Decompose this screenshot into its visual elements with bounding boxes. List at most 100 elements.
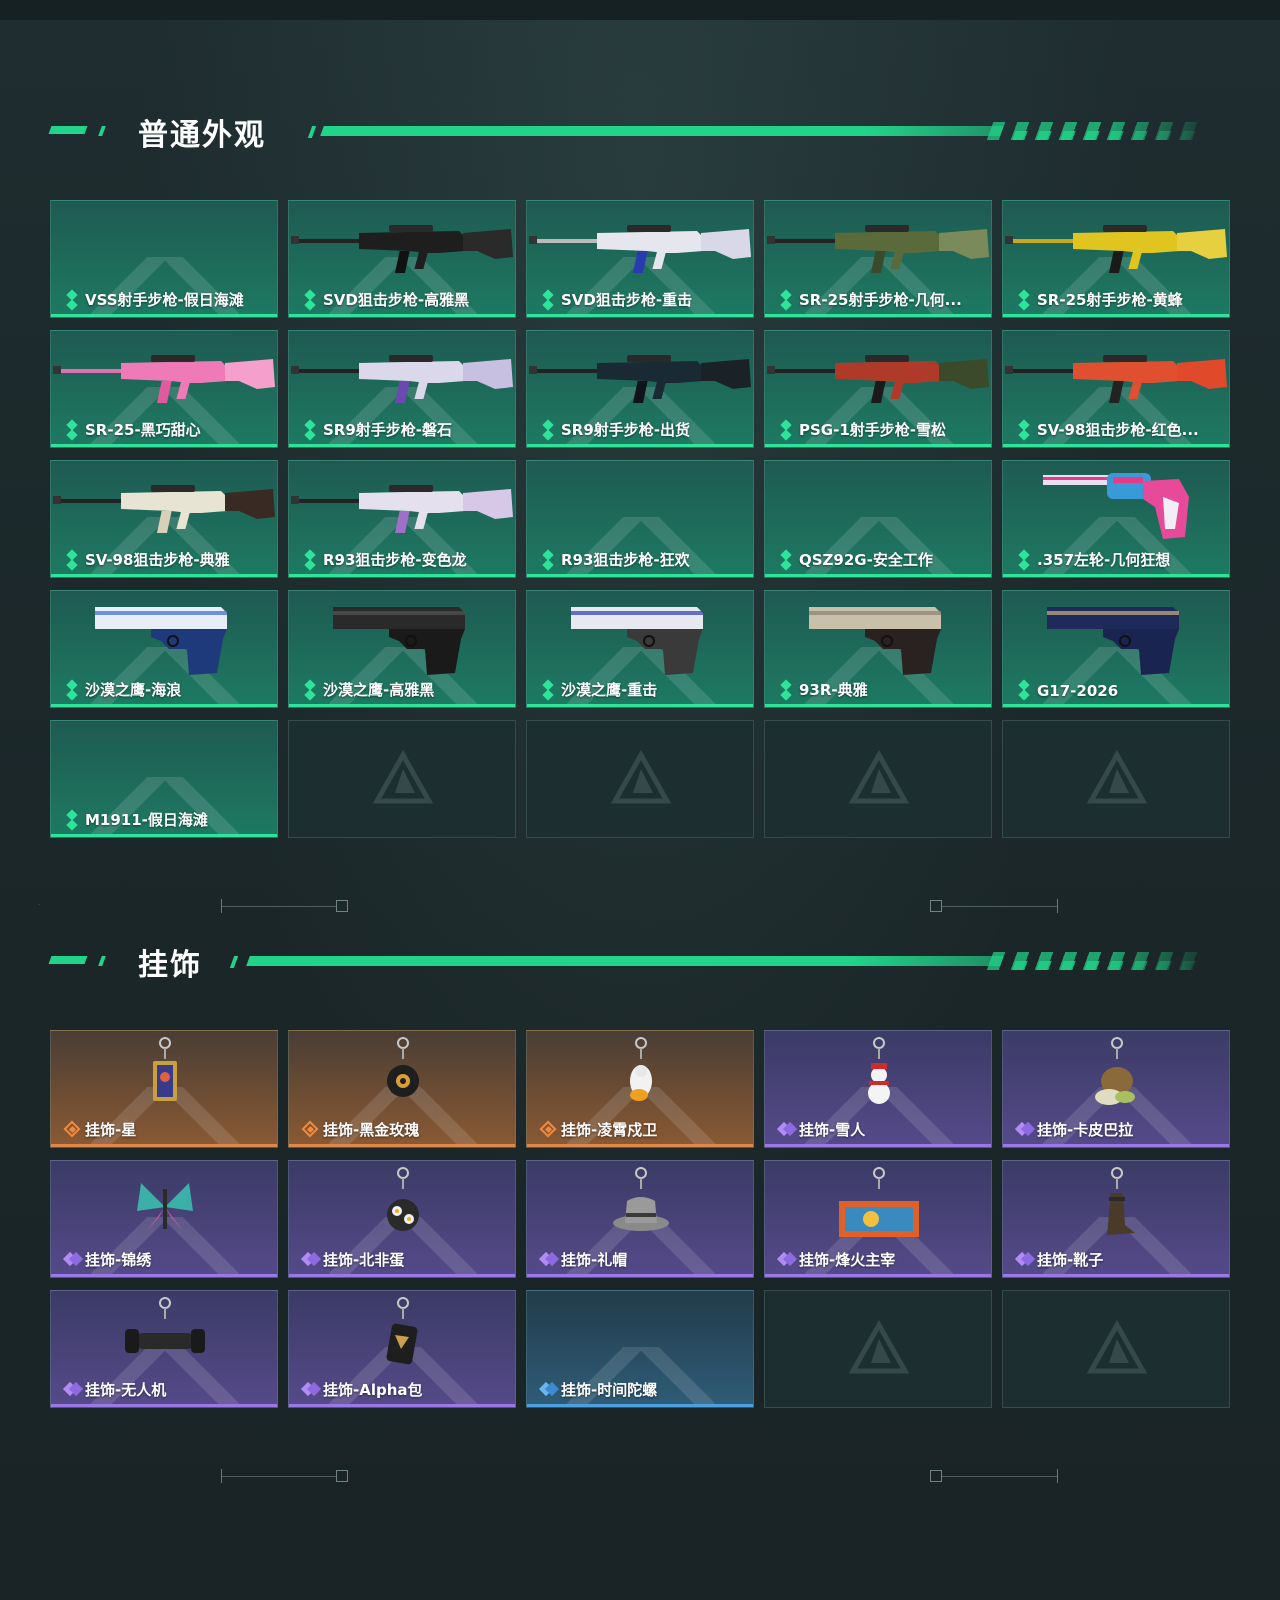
skins-item-card[interactable]: 93R-典雅: [764, 590, 992, 708]
top-strip: [0, 0, 1280, 20]
charms-item-card[interactable]: 挂饰-时间陀螺: [526, 1290, 754, 1408]
item-name: SV-98狙击步枪-典雅: [85, 551, 230, 569]
charm-card-icon: [153, 1037, 177, 1101]
charms-item-card[interactable]: 挂饰-卡皮巴拉: [1002, 1030, 1230, 1148]
charms-item-card[interactable]: 挂饰-北非蛋: [288, 1160, 516, 1278]
skins-item-card[interactable]: SVD狙击步枪-重击: [526, 200, 754, 318]
rarity-diamond-icon: [779, 1121, 793, 1139]
charms-item-card[interactable]: 挂饰-烽火主宰: [764, 1160, 992, 1278]
charms-section-title: 挂饰: [138, 948, 202, 983]
rarity-diamond-icon: [541, 1121, 555, 1139]
rarity-diamond-icon: [303, 551, 317, 569]
header-accent-tick: [98, 956, 106, 966]
header-accent-mark: [229, 956, 239, 968]
item-name: 挂饰-卡皮巴拉: [1037, 1121, 1134, 1139]
skins-item-card[interactable]: SR9射手步枪-出货: [526, 330, 754, 448]
skins-item-card[interactable]: VSS射手步枪-假日海滩: [50, 200, 278, 318]
rarity-diamond-icon: [65, 1121, 79, 1139]
charms-item-card[interactable]: 挂饰-锦绣: [50, 1160, 278, 1278]
item-name: 93R-典雅: [799, 681, 868, 699]
rarity-diamond-icon: [303, 1121, 317, 1139]
charm-butterfly-icon: [137, 1183, 193, 1231]
skins-item-card[interactable]: PSG-1射手步枪-雪松: [764, 330, 992, 448]
rarity-diamond-icon: [65, 421, 79, 439]
rarity-diamond-icon: [65, 291, 79, 309]
item-name: 挂饰-靴子: [1037, 1251, 1104, 1269]
item-name: 挂饰-黑金玫瑰: [323, 1121, 420, 1139]
header-accent-mark: [307, 126, 317, 138]
skins-section-title: 普通外观: [138, 118, 266, 153]
pistol-tan-icon: [809, 607, 941, 675]
item-name: SR-25-黑巧甜心: [85, 421, 201, 439]
item-name: SR-25射手步枪-黄蜂: [1037, 291, 1183, 309]
charms-item-card[interactable]: 挂饰-黑金玫瑰: [288, 1030, 516, 1148]
skins-item-card[interactable]: SVD狙击步枪-高雅黑: [288, 200, 516, 318]
charms-grid: 挂饰-星 挂饰-黑金玫瑰 挂饰-凌霄戍卫 挂饰-雪人 挂饰-卡皮巴拉 挂饰-锦绣 …: [50, 1030, 1230, 1408]
rifle-red-green-icon: [767, 355, 989, 403]
empty-slot-logo-icon: [373, 749, 433, 804]
header-accent-bar: [320, 126, 1004, 136]
empty-slot: [1002, 720, 1230, 838]
rarity-diamond-icon: [541, 421, 555, 439]
empty-slot: [526, 720, 754, 838]
rifle-black-icon: [291, 225, 513, 273]
item-name: SVD狙击步枪-重击: [561, 291, 693, 309]
skins-item-card[interactable]: 沙漠之鹰-海浪: [50, 590, 278, 708]
skins-item-card[interactable]: R93狙击步枪-变色龙: [288, 460, 516, 578]
skins-item-card[interactable]: SV-98狙击步枪-红色...: [1002, 330, 1230, 448]
skins-item-card[interactable]: SR-25射手步枪-几何...: [764, 200, 992, 318]
empty-slot: [764, 720, 992, 838]
section-divider: ·: [0, 897, 1280, 917]
skins-item-card[interactable]: R93狙击步枪-狂欢: [526, 460, 754, 578]
charm-snowman-icon: [868, 1037, 890, 1104]
skins-item-card[interactable]: .357左轮-几何狂想: [1002, 460, 1230, 578]
item-name: M1911-假日海滩: [85, 811, 208, 829]
item-name: .357左轮-几何狂想: [1037, 551, 1171, 569]
rifle-camo-icon: [767, 225, 989, 273]
charms-item-card[interactable]: 挂饰-礼帽: [526, 1160, 754, 1278]
skins-item-card[interactable]: SV-98狙击步枪-典雅: [50, 460, 278, 578]
item-name: SV-98狙击步枪-红色...: [1037, 421, 1199, 439]
skins-item-card[interactable]: G17-2026: [1002, 590, 1230, 708]
item-name: R93狙击步枪-变色龙: [323, 551, 467, 569]
charms-item-card[interactable]: 挂饰-无人机: [50, 1290, 278, 1408]
rarity-diamond-icon: [541, 551, 555, 569]
empty-slot-logo-icon: [611, 749, 671, 804]
skins-item-card[interactable]: 沙漠之鹰-重击: [526, 590, 754, 708]
header-accent-dash: [48, 956, 88, 964]
item-name: 挂饰-时间陀螺: [561, 1381, 658, 1399]
rarity-diamond-icon: [65, 1381, 79, 1399]
header-accent-bar: [246, 956, 1004, 966]
item-name: 挂饰-Alpha包: [323, 1381, 423, 1399]
charms-item-card[interactable]: 挂饰-星: [50, 1030, 278, 1148]
charms-item-card[interactable]: 挂饰-凌霄戍卫: [526, 1030, 754, 1148]
rarity-diamond-icon: [1017, 421, 1031, 439]
item-name: 挂饰-星: [85, 1121, 137, 1139]
skins-item-card[interactable]: SR-25射手步枪-黄蜂: [1002, 200, 1230, 318]
empty-slot-logo-icon: [1087, 749, 1147, 804]
charms-section-header: 挂饰: [0, 940, 1280, 983]
skins-item-card[interactable]: SR9射手步枪-磐石: [288, 330, 516, 448]
rarity-diamond-icon: [303, 421, 317, 439]
empty-slot: [288, 720, 516, 838]
rarity-diamond-icon: [541, 1251, 555, 1269]
empty-slot-logo-icon: [1087, 1319, 1147, 1374]
header-checker-pattern: [1000, 131, 1202, 140]
item-name: VSS射手步枪-假日海滩: [85, 291, 244, 309]
skins-item-card[interactable]: QSZ92G-安全工作: [764, 460, 992, 578]
header-accent-tick: [98, 126, 106, 136]
skins-item-card[interactable]: M1911-假日海滩: [50, 720, 278, 838]
charms-item-card[interactable]: 挂饰-雪人: [764, 1030, 992, 1148]
skins-item-card[interactable]: SR-25-黑巧甜心: [50, 330, 278, 448]
skins-item-card[interactable]: 沙漠之鹰-高雅黑: [288, 590, 516, 708]
rifle-white-purple-icon: [291, 355, 513, 403]
rarity-diamond-icon: [779, 551, 793, 569]
item-name: SVD狙击步枪-高雅黑: [323, 291, 470, 309]
charm-rose-icon: [387, 1037, 419, 1097]
skins-grid: VSS射手步枪-假日海滩 SVD狙击步枪-高雅黑 SVD狙击步枪-重击 SR-2…: [50, 200, 1230, 838]
rifle-white-blue-icon: [529, 225, 751, 273]
charms-item-card[interactable]: 挂饰-Alpha包: [288, 1290, 516, 1408]
item-name: SR9射手步枪-磐石: [323, 421, 453, 439]
item-name: 挂饰-锦绣: [85, 1251, 152, 1269]
charms-item-card[interactable]: 挂饰-靴子: [1002, 1160, 1230, 1278]
